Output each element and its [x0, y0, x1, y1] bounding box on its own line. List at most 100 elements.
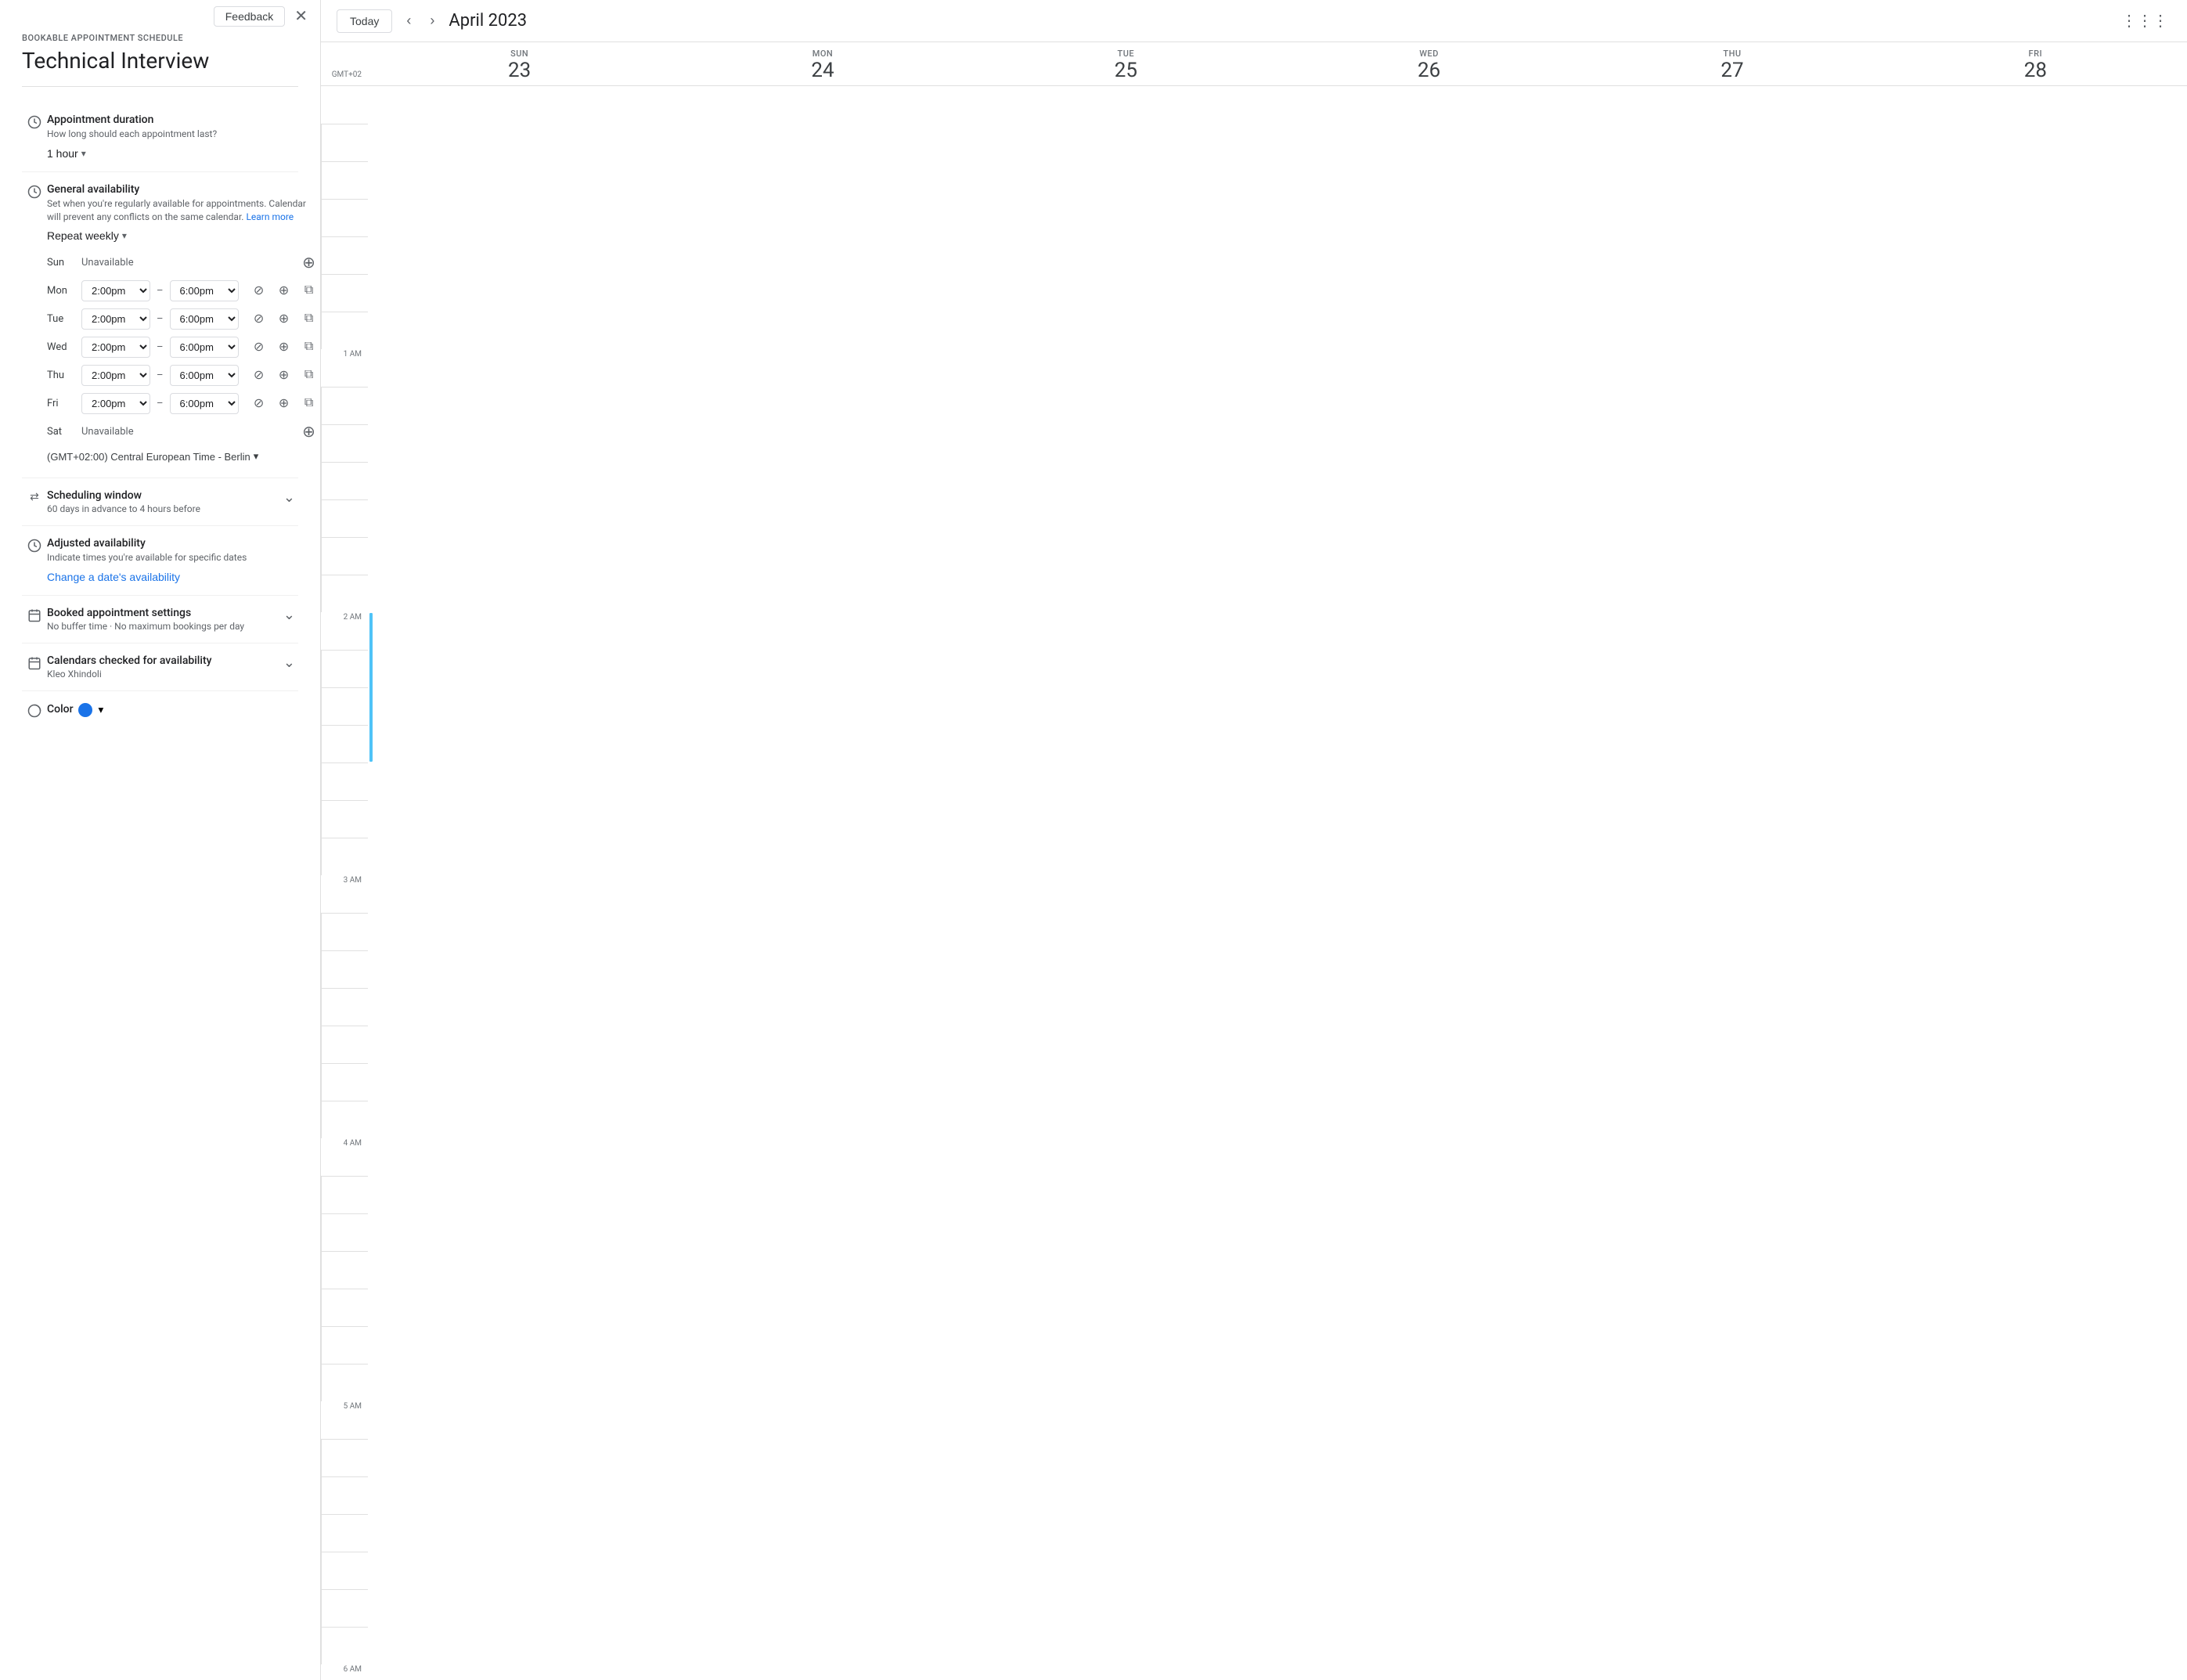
- next-button[interactable]: ›: [425, 9, 439, 32]
- thu-copy[interactable]: ⧉: [298, 364, 320, 386]
- time-cell-2-4[interactable]: [321, 800, 368, 838]
- time-cell-0-0[interactable]: [321, 124, 368, 161]
- avail-row-tue: Tue 2:00pm – 6:00pm ⊘ ⊕ ⧉: [47, 308, 320, 330]
- today-button[interactable]: Today: [337, 9, 392, 33]
- prev-button[interactable]: ‹: [402, 9, 416, 32]
- time-cell-1-3[interactable]: [321, 499, 368, 537]
- time-cell-5-4[interactable]: [321, 1589, 368, 1627]
- thu-end[interactable]: 6:00pm: [170, 365, 239, 386]
- thu-remove[interactable]: ⊘: [248, 364, 270, 386]
- fri-start[interactable]: 2:00pm: [81, 393, 150, 414]
- fri-remove[interactable]: ⊘: [248, 392, 270, 414]
- booked-sub: No buffer time · No maximum bookings per…: [47, 621, 280, 632]
- duration-dropdown[interactable]: 1 hour ▾: [47, 147, 86, 160]
- left-panel: Feedback ✕ BOOKABLE APPOINTMENT SCHEDULE…: [0, 0, 321, 1680]
- day-sat: Sat: [47, 426, 75, 438]
- scheduling-window-section[interactable]: ⇄ Scheduling window 60 days in advance t…: [22, 478, 298, 526]
- wed-end[interactable]: 6:00pm: [170, 337, 239, 358]
- fri-end[interactable]: 6:00pm: [170, 393, 239, 414]
- booked-chevron[interactable]: ⌄: [280, 607, 298, 623]
- time-cell-5-1[interactable]: [321, 1476, 368, 1514]
- grid-icon-button[interactable]: ⋮⋮⋮: [2118, 8, 2171, 34]
- time-cell-4-5[interactable]: [321, 1364, 368, 1401]
- time-cell-3-4[interactable]: [321, 1063, 368, 1101]
- calendars-body: Calendars checked for availability Kleo …: [47, 654, 280, 680]
- time-cell-0-3[interactable]: [321, 236, 368, 274]
- mon-start[interactable]: 2:00pm: [81, 280, 150, 301]
- thu-start[interactable]: 2:00pm: [81, 365, 150, 386]
- mon-remove[interactable]: ⊘: [248, 279, 270, 301]
- calendars-chevron[interactable]: ⌄: [280, 654, 298, 671]
- time-cell-5-2[interactable]: [321, 1514, 368, 1552]
- appt-block-col5[interactable]: ⊞: [369, 613, 373, 762]
- day-header-thu: THU 27: [1580, 49, 1883, 82]
- tue-add[interactable]: ⊕: [273, 308, 295, 330]
- tue-start[interactable]: 2:00pm: [81, 308, 150, 330]
- time-cell-3-0[interactable]: [321, 913, 368, 950]
- time-cell-3-5[interactable]: [321, 1101, 368, 1138]
- add-sat[interactable]: ⊕: [298, 420, 320, 442]
- day-fri: Fri: [47, 398, 75, 409]
- time-cell-1-0[interactable]: [321, 387, 368, 424]
- time-cell-4-0[interactable]: [321, 1176, 368, 1213]
- repeat-weekly-dropdown[interactable]: Repeat weekly ▾: [47, 229, 127, 242]
- time-cell-5-3[interactable]: [321, 1552, 368, 1589]
- time-cell-1-5[interactable]: [321, 575, 368, 612]
- time-cell-1-2[interactable]: [321, 462, 368, 499]
- time-cell-3-2[interactable]: [321, 988, 368, 1026]
- learn-more-link[interactable]: Learn more: [246, 211, 294, 222]
- calendars-icon: [22, 656, 47, 670]
- mon-copy[interactable]: ⧉: [298, 279, 320, 301]
- calendar-panel: Today ‹ › April 2023 ⋮⋮⋮ GMT+02 SUN 23 M…: [321, 0, 2187, 1680]
- time-cell-3-3[interactable]: [321, 1026, 368, 1063]
- wed-start[interactable]: 2:00pm: [81, 337, 150, 358]
- timezone-dropdown[interactable]: (GMT+02:00) Central European Time - Berl…: [47, 450, 258, 463]
- add-sun[interactable]: ⊕: [298, 251, 320, 273]
- calendars-title: Calendars checked for availability: [47, 654, 280, 667]
- time-cell-4-3[interactable]: [321, 1289, 368, 1326]
- availability-title: General availability: [47, 183, 320, 196]
- time-cell-5-5[interactable]: [321, 1627, 368, 1664]
- wed-remove[interactable]: ⊘: [248, 336, 270, 358]
- thu-add[interactable]: ⊕: [273, 364, 295, 386]
- time-cell-4-2[interactable]: [321, 1251, 368, 1289]
- avail-row-sun: Sun Unavailable ⊕: [47, 251, 320, 273]
- tue-end[interactable]: 6:00pm: [170, 308, 239, 330]
- fri-copy[interactable]: ⧉: [298, 392, 320, 414]
- time-cell-2-3[interactable]: [321, 762, 368, 800]
- time-cell-2-0[interactable]: [321, 650, 368, 687]
- mon-add[interactable]: ⊕: [273, 279, 295, 301]
- fri-add[interactable]: ⊕: [273, 392, 295, 414]
- adjusted-availability-section: Adjusted availability Indicate times you…: [22, 526, 298, 596]
- close-button[interactable]: ✕: [291, 7, 311, 26]
- time-cell-2-2[interactable]: [321, 725, 368, 762]
- time-cell-1-4[interactable]: [321, 537, 368, 575]
- booked-title: Booked appointment settings: [47, 607, 280, 619]
- mon-end[interactable]: 6:00pm: [170, 280, 239, 301]
- time-cell-4-1[interactable]: [321, 1213, 368, 1251]
- duration-icon: [22, 115, 47, 129]
- time-cell-0-4[interactable]: [321, 274, 368, 312]
- feedback-button[interactable]: Feedback: [214, 6, 285, 27]
- wed-copy[interactable]: ⧉: [298, 336, 320, 358]
- time-cell-3-1[interactable]: [321, 950, 368, 988]
- time-cell-0-5[interactable]: [321, 312, 368, 349]
- time-cell-0-1[interactable]: [321, 161, 368, 199]
- color-dropdown[interactable]: ▾: [78, 703, 104, 717]
- time-cell-5-0[interactable]: [321, 1439, 368, 1476]
- calendars-section[interactable]: Calendars checked for availability Kleo …: [22, 644, 298, 691]
- time-cell-4-4[interactable]: [321, 1326, 368, 1364]
- time-cell-2-1[interactable]: [321, 687, 368, 725]
- time-cell-2-5[interactable]: [321, 838, 368, 875]
- change-date-link[interactable]: Change a date's availability: [47, 571, 180, 583]
- repeat-label: Repeat weekly: [47, 229, 119, 242]
- time-cell-0-2[interactable]: [321, 199, 368, 236]
- time-label-1: 1 AM: [321, 349, 368, 387]
- wed-add[interactable]: ⊕: [273, 336, 295, 358]
- time-cell-1-1[interactable]: [321, 424, 368, 462]
- tue-copy[interactable]: ⧉: [298, 308, 320, 330]
- scheduling-chevron[interactable]: ⌄: [280, 489, 298, 506]
- tue-remove[interactable]: ⊘: [248, 308, 270, 330]
- booked-settings-section[interactable]: Booked appointment settings No buffer ti…: [22, 596, 298, 644]
- duration-section: Appointment duration How long should eac…: [22, 103, 298, 172]
